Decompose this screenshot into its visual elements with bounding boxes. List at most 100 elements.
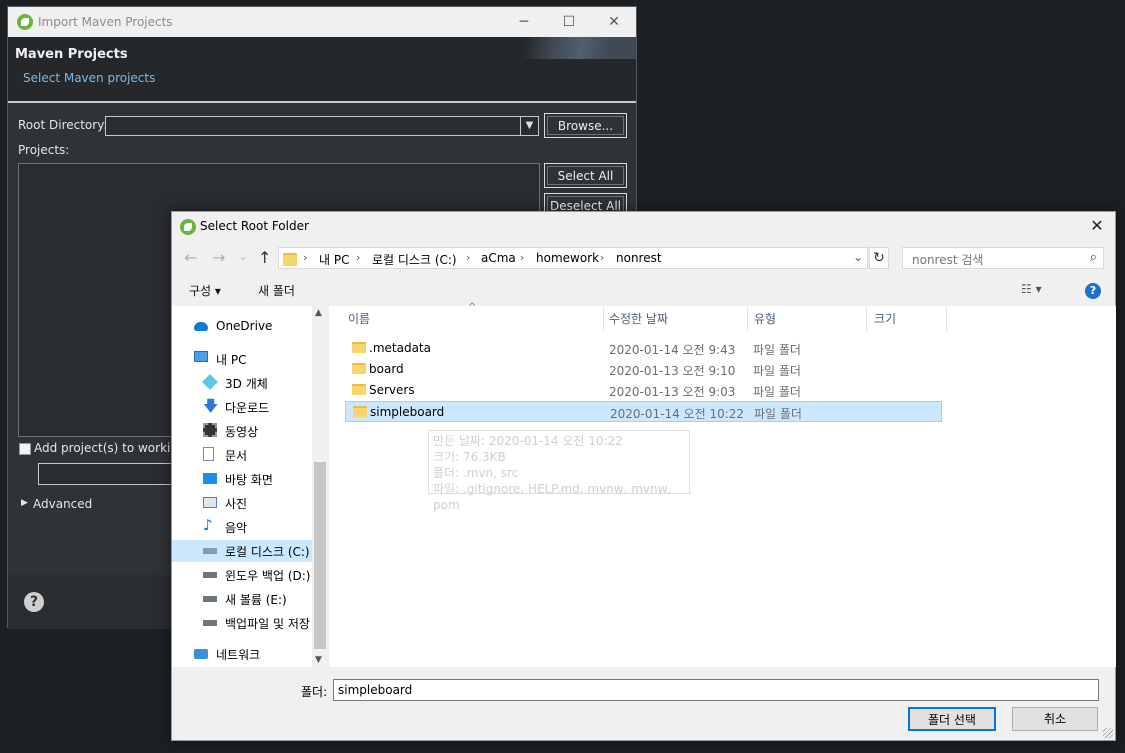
scroll-down-icon[interactable]: ▼ [315,655,322,665]
help-icon[interactable]: ? [24,592,44,612]
breadcrumb-homework[interactable]: homework [536,251,599,265]
video-icon [203,423,217,437]
root-directory-combo[interactable]: ▼ [105,116,539,136]
folder-label: 폴더: [301,685,328,699]
chevron-right-icon[interactable]: › [520,251,524,264]
nav-item-documents[interactable]: 문서 [203,444,312,466]
banner-decoration [498,37,636,59]
new-folder-button[interactable]: 새 폴더 [258,282,295,299]
network-icon [194,649,208,659]
maven-titlebar: Import Maven Projects ─ ☐ ✕ [8,7,636,37]
nav-item-pictures[interactable]: 사진 [203,492,312,514]
maximize-icon[interactable]: ☐ [555,10,583,34]
chevron-right-icon[interactable]: ▶ [21,498,28,508]
file-row-selected[interactable]: simpleboard 2020-01-14 오전 10:22 파일 폴더 [345,401,942,422]
scroll-up-icon[interactable]: ▲ [315,308,322,318]
nav-item-music[interactable]: ♪ 음악 [203,516,312,538]
resize-grip-icon[interactable] [1103,728,1113,738]
drive-icon [203,596,217,602]
view-options-icon[interactable]: ☷ ▾ [1021,282,1042,296]
select-all-button[interactable]: Select All [544,163,627,188]
breadcrumb-nonrest[interactable]: nonrest [616,251,662,265]
column-type[interactable]: 유형 [754,306,776,332]
nav-item-onedrive[interactable]: OneDrive [194,316,312,338]
document-icon [203,447,214,461]
column-divider[interactable] [866,306,867,332]
help-icon[interactable]: ? [1085,283,1101,299]
search-placeholder: nonrest 검색 [912,253,984,267]
chevron-down-icon[interactable]: ▼ [520,117,538,135]
sort-up-icon: ^ [468,302,477,313]
organize-button[interactable]: 구성 ▾ [189,282,221,299]
picture-icon [203,497,217,508]
column-size[interactable]: 크기 [874,306,896,332]
projects-label: Projects: [18,143,70,157]
file-row[interactable]: .metadata 2020-01-14 오전 9:43 파일 폴더 [345,338,942,359]
folder-icon [353,406,367,417]
cancel-button[interactable]: 취소 [1012,707,1098,731]
column-divider[interactable] [747,306,748,332]
breadcrumb-acma[interactable]: aCma [481,251,516,265]
browse-button[interactable]: Browse... [544,113,627,138]
nav-item-network[interactable]: 네트워크 [194,643,312,665]
nav-item-backup-d[interactable]: 윈도우 백업 (D:) [203,564,312,586]
nav-item-3d-objects[interactable]: 3D 개체 [202,372,312,394]
file-list[interactable]: ^ 이름 수정한 날짜 유형 크기 .metadata 2020-01-14 오… [329,302,1116,667]
column-name[interactable]: 이름 [348,306,370,332]
column-date[interactable]: 수정한 날짜 [609,306,668,332]
browse-button-label: Browse... [547,116,624,135]
nav-item-local-disk-c[interactable]: 로컬 디스크 (C:) [172,540,312,562]
file-row[interactable]: Servers 2020-01-13 오전 9:03 파일 폴더 [345,380,942,401]
close-icon[interactable]: ✕ [600,10,628,34]
breadcrumb-pc[interactable]: 내 PC [319,251,349,268]
folder-icon [283,253,297,266]
cube-icon [202,374,218,390]
chevron-down-icon[interactable]: ⌄ [853,250,863,264]
banner-separator [8,101,636,103]
nav-scrollbar-thumb[interactable] [314,462,326,649]
folder-icon [352,384,366,395]
download-icon: 🡇 [203,397,219,415]
forward-arrow-icon[interactable]: → [212,248,225,267]
nav-item-downloads[interactable]: 🡇 다운로드 [203,396,312,418]
nav-item-backup-files[interactable]: 백업파일 및 저장 [203,612,312,634]
column-divider[interactable] [946,306,947,332]
drive-icon [203,548,217,554]
computer-icon [194,351,208,362]
tooltip-created: 만든 날짜: 2020-01-14 오전 10:22 [433,434,623,448]
spring-leaf-icon [180,219,196,235]
tooltip-files: 파일: .gitignore, HELP.md, mvnw, mvnw, pom [433,482,672,512]
working-set-checkbox[interactable] [19,443,31,455]
close-icon[interactable]: ✕ [1085,215,1109,237]
nav-item-videos[interactable]: 동영상 [203,420,312,442]
search-input[interactable]: nonrest 검색 ⌕ [902,247,1104,269]
navigation-pane[interactable]: OneDrive 내 PC 3D 개체 🡇 다운로드 동영상 문서 바탕 화면 [172,306,328,667]
nav-item-this-pc[interactable]: 내 PC [194,348,312,370]
nav-item-volume-e[interactable]: 새 볼륨 (E:) [203,588,312,610]
column-divider[interactable] [603,306,604,332]
chevron-right-icon[interactable]: › [466,251,470,264]
music-icon: ♪ [203,516,213,534]
up-arrow-icon[interactable]: ↑ [258,248,271,267]
back-arrow-icon[interactable]: ← [184,248,197,267]
recent-chevron-icon[interactable]: ⌄ [239,252,247,263]
chevron-right-icon[interactable]: › [356,251,360,264]
address-bar[interactable]: › 내 PC › 로컬 디스크 (C:) › aCma › homework ›… [278,247,868,269]
chevron-right-icon[interactable]: › [600,251,604,264]
chevron-right-icon[interactable]: › [303,251,307,264]
select-root-folder-dialog: Select Root Folder ✕ ← → ⌄ ↑ › 내 PC › 로컬… [171,211,1116,741]
minimize-icon[interactable]: ─ [510,10,538,34]
folder-icon [352,342,366,353]
folder-name-input[interactable]: simpleboard [333,679,1099,701]
tooltip-size: 크기: 76.3KB [433,450,506,464]
wizard-subtitle: Select Maven projects [23,71,156,85]
maven-window-title: Import Maven Projects [38,15,173,29]
nav-item-desktop[interactable]: 바탕 화면 [203,468,312,490]
refresh-icon[interactable]: ↻ [869,247,889,269]
advanced-toggle[interactable]: Advanced [33,497,92,511]
folder-icon [352,363,366,374]
breadcrumb-c-drive[interactable]: 로컬 디스크 (C:) [372,251,457,268]
file-row[interactable]: board 2020-01-13 오전 9:10 파일 폴더 [345,359,942,380]
select-folder-button[interactable]: 폴더 선택 [908,707,996,731]
organize-label: 구성 [189,284,212,298]
